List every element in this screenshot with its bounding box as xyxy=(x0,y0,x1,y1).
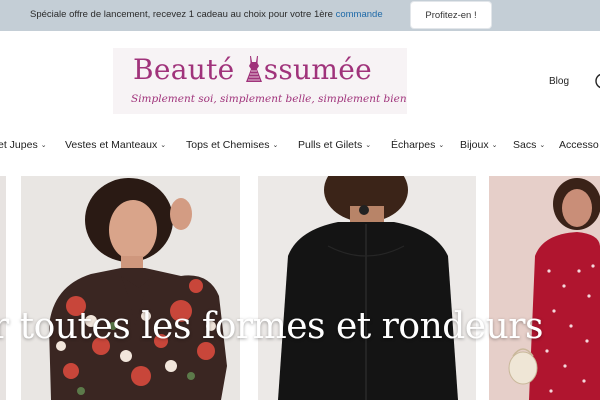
hero-image-edge xyxy=(0,176,6,400)
logo[interactable]: Beauté ssumée Simplement soi, simplement… xyxy=(113,48,407,114)
announcement-bar: Spéciale offre de lancement, recevez 1 c… xyxy=(0,0,600,31)
nav-item-sacs[interactable]: Sacs ⌄ xyxy=(513,139,545,151)
chevron-down-icon: ⌄ xyxy=(272,142,279,149)
announcement-link[interactable]: commande xyxy=(336,9,383,20)
nav-item-tops[interactable]: Tops et Chemises ⌄ xyxy=(186,139,278,151)
account-icon[interactable] xyxy=(593,71,600,96)
logo-tagline: Simplement soi, simplement belle, simple… xyxy=(131,93,407,105)
hero-image-floral-blouse[interactable] xyxy=(21,176,240,400)
chevron-down-icon: ⌄ xyxy=(160,142,167,149)
nav-item-accessoires[interactable]: Accesso xyxy=(559,139,599,151)
chevron-down-icon: ⌄ xyxy=(365,142,372,149)
logo-title-part1: Beauté xyxy=(133,53,235,86)
main-nav: et Jupes ⌄ Vestes et Manteaux ⌄ Tops et Ch… xyxy=(0,135,600,157)
hero-image-red-dress[interactable] xyxy=(489,176,600,400)
nav-item-vestes[interactable]: Vestes et Manteaux ⌄ xyxy=(65,139,166,151)
logo-title: Beauté ssumée xyxy=(133,53,372,90)
site-header: Beauté ssumée Simplement soi, simplement… xyxy=(0,31,600,128)
chevron-down-icon: ⌄ xyxy=(539,142,546,149)
nav-item-label: Pulls et Gilets xyxy=(298,139,363,151)
logo-title-part2: ssumée xyxy=(263,53,372,86)
chevron-down-icon: ⌄ xyxy=(491,142,498,149)
chevron-down-icon: ⌄ xyxy=(40,142,47,149)
hero-image-black-blouse[interactable] xyxy=(258,176,476,400)
announcement-text: Spéciale offre de lancement, recevez 1 c… xyxy=(30,9,383,20)
hero-banner: r toutes les formes et rondeurs xyxy=(0,176,600,400)
nav-item-label: et Jupes xyxy=(0,139,38,151)
nav-item-label: Sacs xyxy=(513,139,537,151)
nav-item-label: Vestes et Manteaux xyxy=(65,139,158,151)
blog-link[interactable]: Blog xyxy=(549,76,569,87)
nav-item-echarpes[interactable]: Écharpes ⌄ xyxy=(391,139,444,151)
nav-item-label: Écharpes xyxy=(391,139,436,151)
dress-icon xyxy=(245,55,263,90)
nav-item-label: Accesso xyxy=(559,139,599,151)
promo-button[interactable]: Profitez-en ! xyxy=(411,2,491,28)
hero-headline: r toutes les formes et rondeurs xyxy=(0,306,543,347)
nav-item-pulls[interactable]: Pulls et Gilets ⌄ xyxy=(298,139,371,151)
nav-item-jupes[interactable]: et Jupes ⌄ xyxy=(0,139,47,151)
chevron-down-icon: ⌄ xyxy=(438,142,445,149)
announcement-message: Spéciale offre de lancement, recevez 1 c… xyxy=(30,9,336,20)
nav-item-bijoux[interactable]: Bijoux ⌄ xyxy=(460,139,497,151)
nav-item-label: Tops et Chemises xyxy=(186,139,270,151)
nav-item-label: Bijoux xyxy=(460,139,489,151)
